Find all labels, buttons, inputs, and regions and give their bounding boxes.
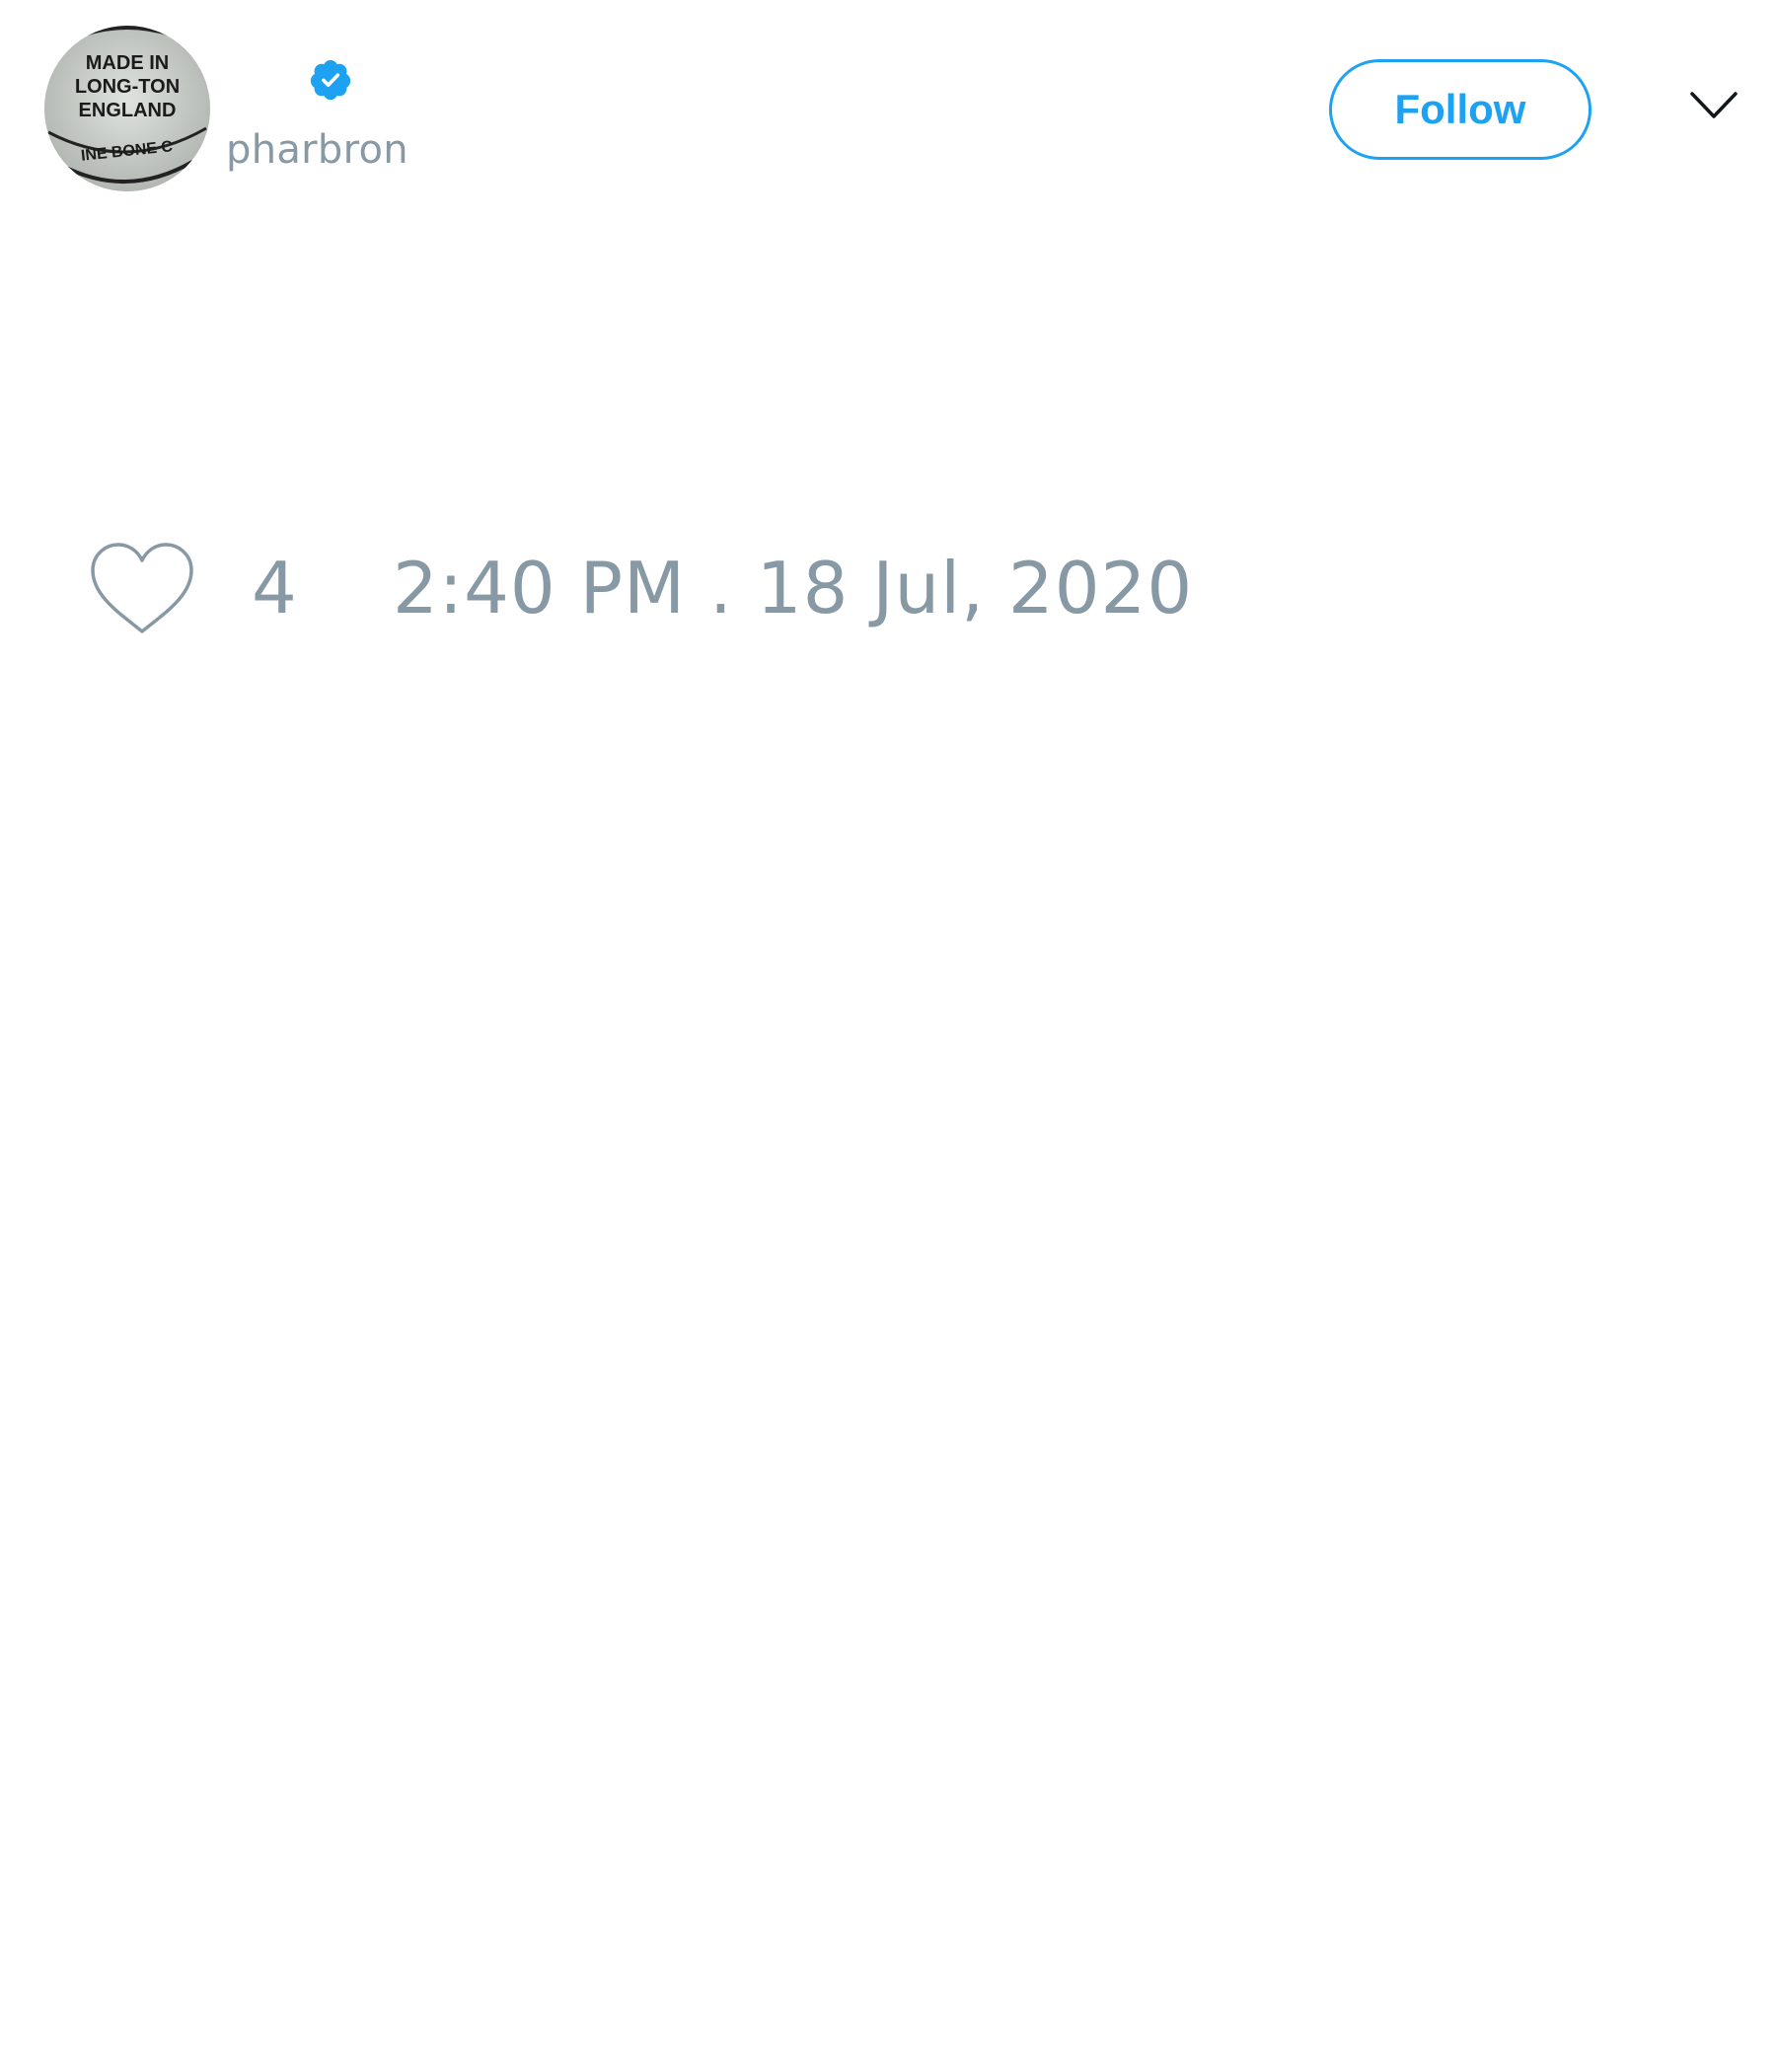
- author-handle[interactable]: pharbron: [226, 126, 408, 174]
- avatar-image: MADE IN LONG-TON ENGLAND INE BONE C: [44, 26, 210, 191]
- avatar[interactable]: MADE IN LONG-TON ENGLAND INE BONE C: [44, 26, 210, 191]
- avatar-stamp-line-2: LONG-TON: [75, 76, 180, 98]
- follow-button[interactable]: Follow: [1329, 59, 1591, 160]
- tweet-card: MADE IN LONG-TON ENGLAND INE BONE C phar…: [0, 0, 1776, 2072]
- tweet-timestamp[interactable]: 2:40 PM . 18 Jul, 2020: [393, 553, 1193, 624]
- heart-icon[interactable]: [89, 541, 195, 635]
- avatar-stamp-line-1: MADE IN: [86, 52, 169, 74]
- chevron-down-icon[interactable]: [1689, 89, 1739, 122]
- verified-badge-icon: [310, 59, 351, 101]
- like-count: 4: [252, 547, 297, 629]
- avatar-stamp-line-3: ENGLAND: [79, 100, 177, 121]
